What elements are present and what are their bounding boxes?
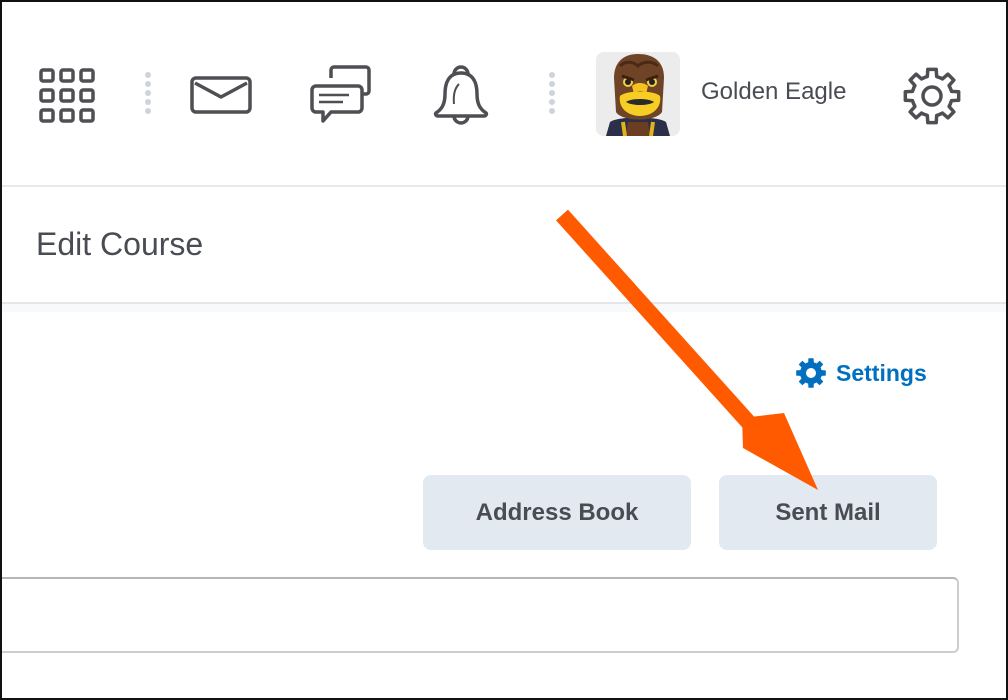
golden-eagle-mascot-icon (596, 52, 680, 136)
mail-button[interactable] (188, 72, 254, 118)
nav-separator (145, 72, 153, 114)
top-navbar: Golden Eagle (0, 0, 1008, 186)
settings-link[interactable]: Settings (794, 356, 927, 390)
app-launcher-button[interactable] (36, 64, 98, 126)
annotation-arrow-shaft (556, 209, 774, 450)
address-book-button[interactable]: Address Book (423, 475, 691, 550)
sent-mail-button[interactable]: Sent Mail (719, 475, 937, 550)
user-avatar[interactable] (596, 52, 680, 136)
chat-button[interactable] (308, 63, 374, 127)
notifications-button[interactable] (430, 63, 492, 127)
settings-menu-button[interactable] (900, 64, 964, 128)
page-title: Edit Course (36, 226, 204, 262)
nav-separator (549, 72, 557, 114)
settings-link-label: Settings (836, 359, 927, 386)
user-name[interactable]: Golden Eagle (701, 78, 846, 106)
gear-icon (796, 358, 826, 388)
grid-icon (39, 68, 95, 123)
chat-bubbles-icon (310, 65, 371, 123)
search-input[interactable] (0, 577, 959, 653)
envelope-icon (190, 76, 252, 114)
gear-icon (903, 67, 961, 125)
header-divider (0, 185, 1008, 187)
bell-icon (433, 65, 489, 125)
title-divider-shadow (0, 304, 1008, 312)
